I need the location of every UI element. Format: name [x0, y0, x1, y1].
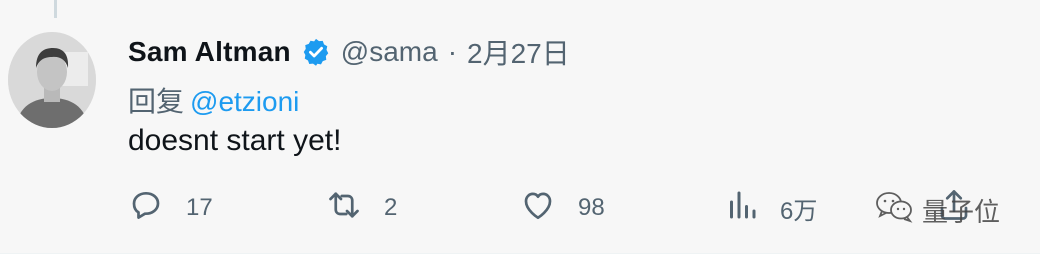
- views-icon: [724, 187, 760, 230]
- tweet: Sam Altman @sama · 2月27日 回复 @etzioni does…: [0, 0, 1040, 254]
- like-button[interactable]: 98: [520, 186, 605, 230]
- retweet-count: 2: [384, 194, 398, 221]
- views-button[interactable]: 6万: [724, 186, 817, 230]
- verified-badge-icon: [301, 37, 331, 67]
- wechat-icon: [874, 190, 922, 231]
- avatar-image: [8, 32, 96, 128]
- author-handle[interactable]: @sama: [341, 36, 438, 68]
- separator-dot: ·: [447, 36, 458, 67]
- watermark: 量子位: [874, 190, 1000, 231]
- reply-prefix: 回复: [128, 86, 185, 117]
- tweet-date[interactable]: 2月27日: [467, 32, 570, 72]
- author-name[interactable]: Sam Altman: [128, 36, 291, 68]
- tweet-text: doesnt start yet!: [128, 124, 342, 157]
- like-icon: [520, 187, 556, 230]
- reply-count: 17: [186, 194, 213, 221]
- like-count: 98: [578, 194, 605, 221]
- retweet-button[interactable]: 2: [326, 186, 397, 230]
- avatar[interactable]: [8, 32, 96, 128]
- views-count: 6万: [780, 197, 818, 225]
- tweet-actions: 17 2 98 6万: [128, 186, 988, 230]
- tweet-header: Sam Altman @sama · 2月27日: [128, 34, 570, 70]
- thread-connector-line: [54, 0, 57, 18]
- reply-button[interactable]: 17: [128, 186, 213, 230]
- watermark-text: 量子位: [922, 197, 1001, 227]
- retweet-icon: [326, 187, 362, 230]
- reply-mention-link[interactable]: @etzioni: [190, 86, 299, 117]
- reply-icon: [128, 187, 164, 230]
- reply-context: 回复 @etzioni: [128, 80, 299, 120]
